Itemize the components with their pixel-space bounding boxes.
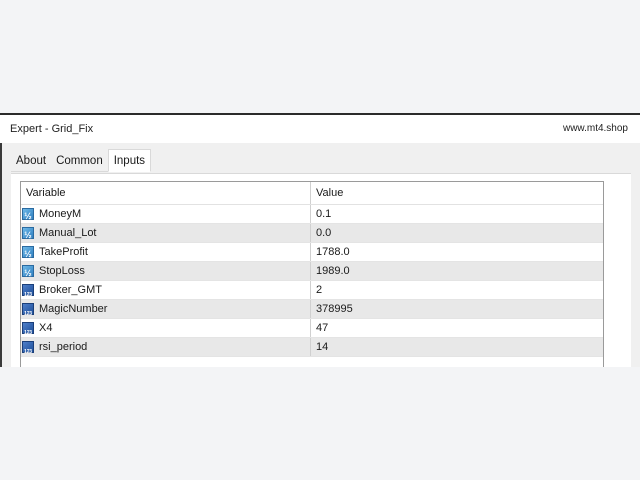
table-row[interactable]: MoneyM 0.1 (21, 205, 603, 225)
double-value-icon (22, 264, 34, 282)
inputs-table: Variable Value MoneyM 0.1 Manual_Lot 0.0… (20, 181, 604, 367)
title-bar: Expert - Grid_Fix www.mt4.shop (0, 115, 640, 143)
tab-inputs[interactable]: Inputs (107, 149, 152, 172)
tab-common[interactable]: Common (51, 151, 108, 172)
expert-properties-window: Expert - Grid_Fix www.mt4.shop About Com… (0, 113, 640, 367)
table-header: Variable Value (21, 182, 603, 205)
variable-value[interactable]: 0.1 (311, 205, 603, 223)
column-header-variable[interactable]: Variable (21, 182, 311, 204)
table-row[interactable]: TakeProfit 1788.0 (21, 243, 603, 263)
variable-name: rsi_period (39, 341, 88, 353)
integer-value-icon (22, 303, 34, 323)
tab-strip: About Common Inputs (11, 149, 152, 173)
inputs-panel: Variable Value MoneyM 0.1 Manual_Lot 0.0… (11, 173, 631, 367)
variable-name: TakeProfit (39, 246, 88, 258)
site-watermark: www.mt4.shop (562, 123, 628, 134)
integer-value-icon (22, 322, 34, 342)
column-header-value[interactable]: Value (311, 182, 603, 204)
integer-value-icon (22, 341, 34, 361)
variable-value[interactable]: 2 (311, 281, 603, 299)
table-row[interactable]: Manual_Lot 0.0 (21, 224, 603, 244)
tab-about[interactable]: About (11, 151, 52, 172)
table-row[interactable]: rsi_period 14 (21, 338, 603, 361)
variable-name: StopLoss (39, 265, 85, 277)
table-row[interactable]: Broker_GMT 2 (21, 281, 603, 304)
double-value-icon (22, 207, 34, 225)
variable-name: MagicNumber (39, 303, 108, 315)
table-row[interactable]: StopLoss 1989.0 (21, 262, 603, 282)
table-row[interactable]: X4 47 (21, 319, 603, 342)
integer-value-icon (22, 284, 34, 304)
variable-value[interactable]: 378995 (311, 300, 603, 318)
variable-value[interactable]: 0.0 (311, 224, 603, 242)
variable-name: MoneyM (39, 208, 82, 220)
table-row[interactable]: MagicNumber 378995 (21, 300, 603, 323)
double-value-icon (22, 245, 34, 263)
window-title: Expert - Grid_Fix (10, 123, 94, 135)
dialog-body: About Common Inputs Variable Value Money… (2, 143, 640, 367)
variable-value[interactable]: 1788.0 (311, 243, 603, 261)
variable-name: X4 (39, 322, 53, 334)
variable-name: Broker_GMT (39, 284, 102, 296)
double-value-icon (22, 226, 34, 244)
variable-name: Manual_Lot (39, 227, 97, 239)
variable-value[interactable]: 14 (311, 338, 603, 356)
variable-value[interactable]: 1989.0 (311, 262, 603, 280)
variable-value[interactable]: 47 (311, 319, 603, 337)
